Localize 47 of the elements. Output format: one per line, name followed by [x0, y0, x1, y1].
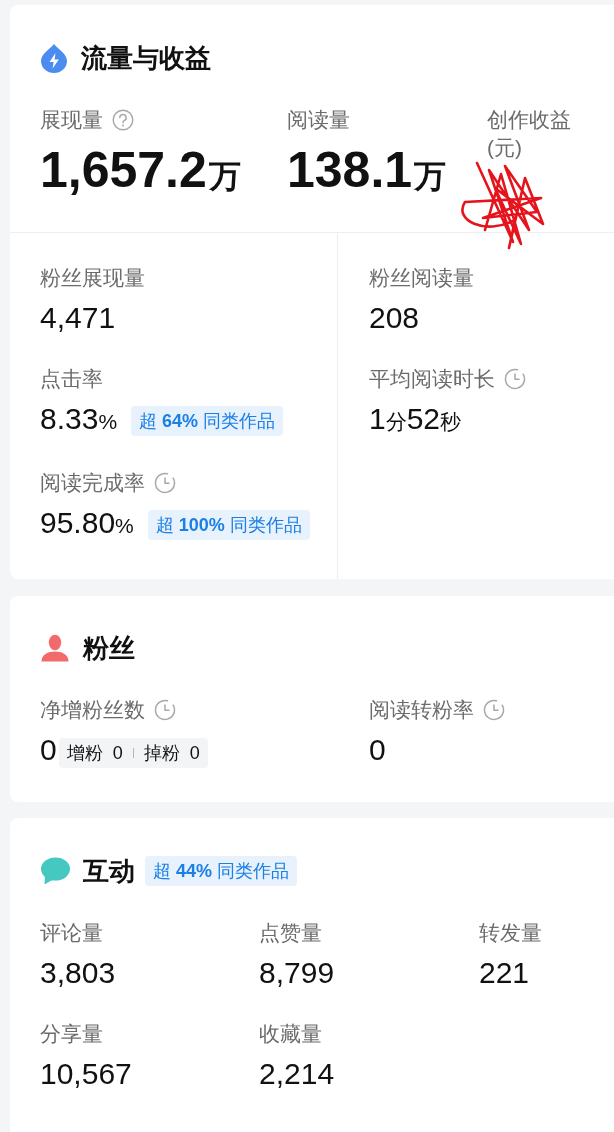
lightning-drop-icon — [40, 43, 68, 73]
person-icon — [40, 634, 70, 662]
chat-bubble-icon — [40, 857, 70, 885]
metric-value: 10,567 — [40, 1056, 132, 1092]
breakdown-value: 0 — [112, 742, 123, 765]
metric-value: 8.33% — [40, 401, 118, 437]
metric-label: 阅读完成率 — [40, 470, 145, 496]
metric-value: 0 — [40, 732, 57, 768]
metric-value: 208 — [369, 300, 420, 336]
comparison-badge: 超 44% 同类作品 — [145, 856, 298, 886]
metric-label: 评论量 — [40, 920, 103, 946]
metric-label: 创作收益(元) — [487, 107, 572, 161]
comparison-badge: 超 100% 同类作品 — [147, 509, 310, 540]
metric-label: 点赞量 — [259, 920, 322, 946]
metric-value: 4,471 — [40, 300, 116, 336]
metric-label: 粉丝展现量 — [40, 265, 145, 291]
comparison-badge: 超 64% 同类作品 — [131, 405, 284, 436]
clock-icon[interactable] — [154, 699, 176, 721]
metric-label: 阅读转粉率 — [369, 697, 474, 723]
metric-label: 平均阅读时长 — [369, 366, 495, 392]
metric-value: 3,803 — [40, 955, 116, 991]
metric-label: 净增粉丝数 — [40, 697, 145, 723]
metric-label: 转发量 — [479, 920, 542, 946]
metric-label: 粉丝阅读量 — [369, 265, 474, 291]
metric-value: 221 — [479, 955, 530, 991]
breakdown-label: 掉粉 — [143, 742, 180, 765]
metric-value: 2,214 — [259, 1056, 335, 1092]
metric-label: 展现量 — [40, 107, 103, 133]
metric-label: 收藏量 — [259, 1021, 322, 1047]
metric-label: 点击率 — [40, 366, 103, 392]
metric-value: 0 — [369, 732, 386, 768]
metric-value: 1分52秒 — [369, 401, 462, 437]
section-title: 互动 — [83, 856, 135, 886]
section-title: 流量与收益 — [81, 43, 211, 73]
clock-icon[interactable] — [504, 368, 526, 390]
metric-value: 8,799 — [259, 955, 335, 991]
clock-icon[interactable] — [483, 699, 505, 721]
metric-value: 95.80% — [40, 505, 134, 541]
metric-label: 阅读量 — [287, 107, 350, 133]
section-title: 粉丝 — [83, 633, 135, 663]
metric-value: 138.1万 — [287, 143, 447, 200]
clock-icon[interactable] — [154, 472, 176, 494]
metric-label: 分享量 — [40, 1021, 103, 1047]
breakdown-value: 0 — [189, 742, 200, 765]
breakdown-label: 增粉 — [66, 742, 103, 765]
help-icon[interactable] — [112, 109, 134, 131]
metric-value: 1,657.2万 — [40, 143, 241, 200]
